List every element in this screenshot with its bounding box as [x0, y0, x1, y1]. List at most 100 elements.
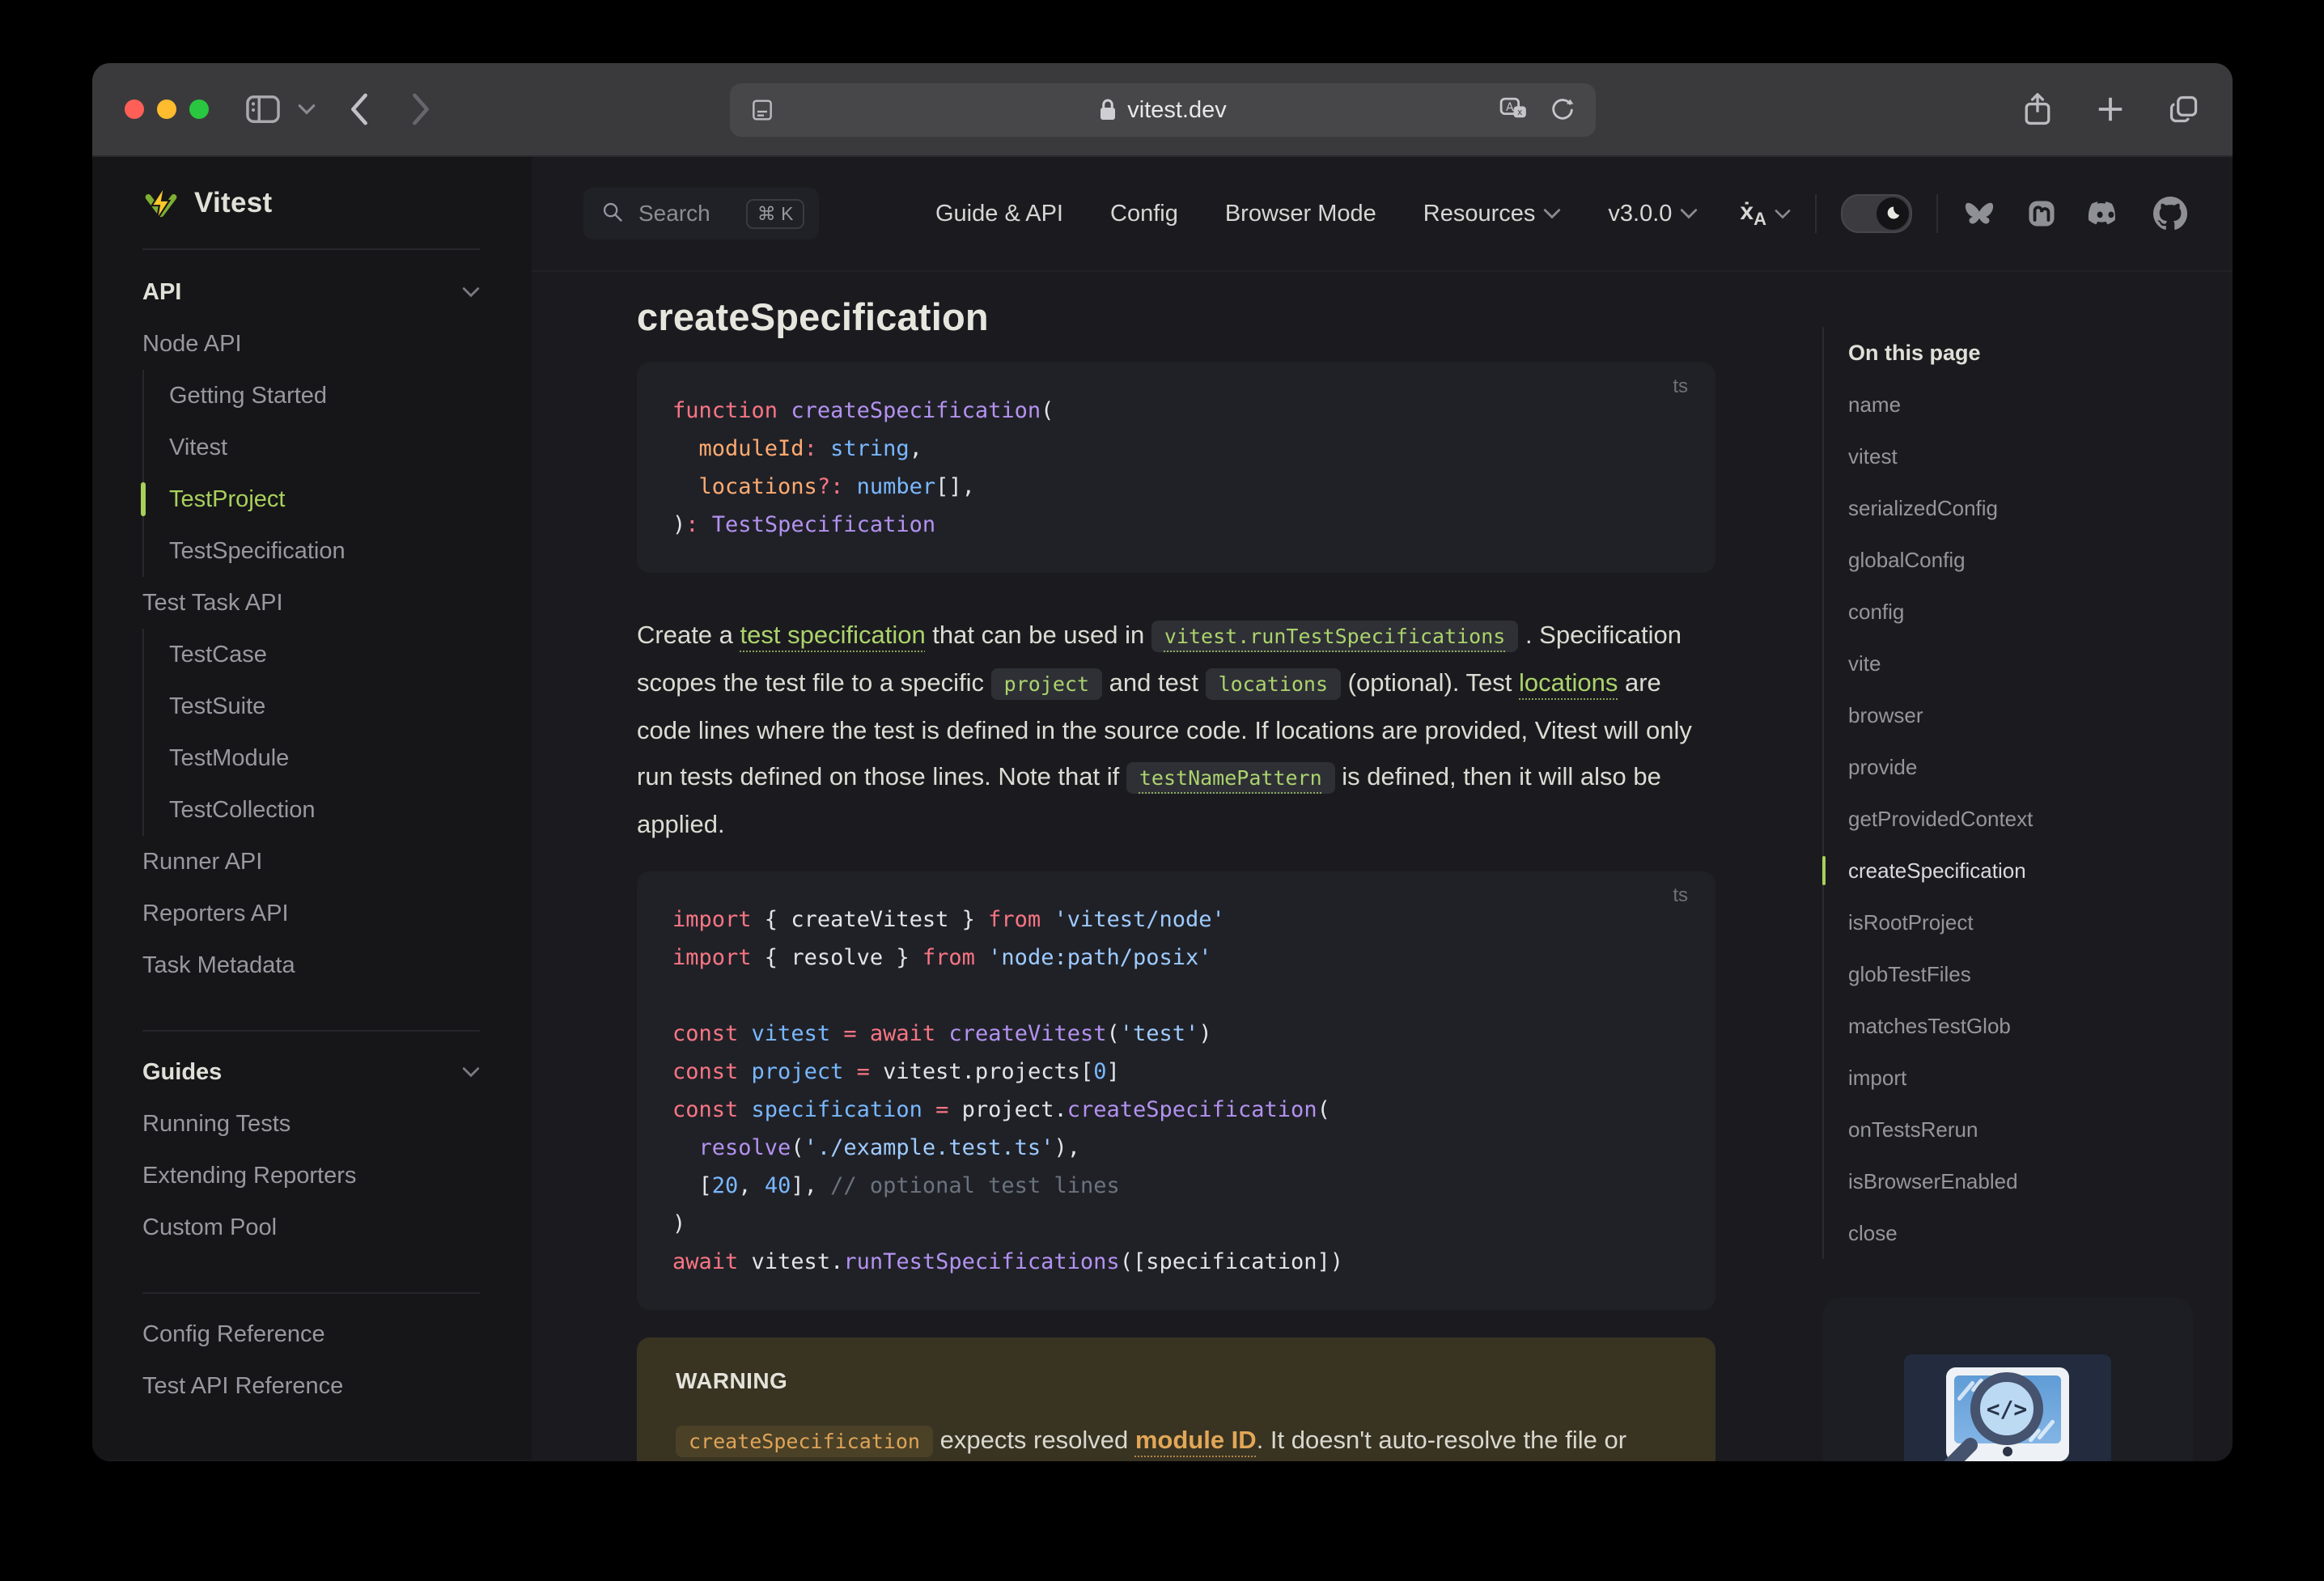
sidebar-item-testcase[interactable]: TestCase — [169, 629, 480, 680]
sidebar-item-running-tests[interactable]: Running Tests — [142, 1098, 480, 1150]
translate-icon[interactable]: Ax — [1499, 96, 1531, 124]
sidebar-item-testsuite[interactable]: TestSuite — [169, 680, 480, 732]
sidebar-item-task-metadata[interactable]: Task Metadata — [142, 939, 480, 991]
nav-item-browser-mode[interactable]: Browser Mode — [1225, 201, 1376, 227]
outline-item-globalconfig[interactable]: globalConfig — [1848, 534, 2233, 586]
chevron-down-icon[interactable] — [298, 104, 316, 115]
social-links — [1962, 197, 2187, 231]
outline-item-isbrowserenabled[interactable]: isBrowserEnabled — [1848, 1155, 2233, 1207]
nav-item-config[interactable]: Config — [1110, 201, 1178, 227]
bluesky-icon[interactable] — [1962, 198, 1996, 229]
sidebar-section-api[interactable]: API — [142, 266, 480, 318]
mastodon-icon[interactable] — [2025, 197, 2058, 230]
chevron-down-icon — [462, 287, 480, 298]
outline-item-ontestsrerun[interactable]: onTestsRerun — [1848, 1104, 2233, 1155]
logo-text: Vitest — [194, 186, 273, 218]
outline-item-name[interactable]: name — [1848, 379, 2233, 430]
sidebar-item-testcollection[interactable]: TestCollection — [169, 784, 480, 836]
search-button[interactable]: Search ⌘ K — [583, 188, 820, 239]
outline-item-matchestestglob[interactable]: matchesTestGlob — [1848, 1000, 2233, 1052]
reload-icon[interactable] — [1549, 96, 1576, 124]
on-this-page: On this page name vitest serializedConfig g… — [1822, 272, 2233, 1461]
sponsor-card[interactable]: </> — [1822, 1298, 2193, 1461]
inline-code-locations: locations — [1205, 668, 1342, 700]
github-icon[interactable] — [2153, 197, 2187, 231]
search-shortcut: ⌘ K — [745, 198, 805, 229]
sidebar-item-test-api-reference[interactable]: Test API Reference — [142, 1360, 480, 1412]
outline-item-provide[interactable]: provide — [1848, 741, 2233, 793]
outline-item-vitest[interactable]: vitest — [1848, 430, 2233, 482]
theme-toggle[interactable] — [1841, 194, 1912, 233]
outline-item-close[interactable]: close — [1848, 1207, 2233, 1259]
outline-items: name vitest serializedConfig globalConfig co… — [1822, 379, 2233, 1259]
sidebar-item-config-reference[interactable]: Config Reference — [142, 1308, 480, 1360]
close-window-button[interactable] — [125, 100, 144, 119]
inline-code-link-testnamepattern[interactable]: testNamePattern — [1126, 762, 1335, 794]
tab-overview-icon[interactable] — [2168, 93, 2200, 125]
browser-window: vitest.dev Ax Vitest API Node API Gettin… — [92, 63, 2233, 1461]
chevron-down-icon — [1544, 209, 1561, 219]
language-menu[interactable]: ẋA — [1740, 198, 1791, 230]
nav-item-resources[interactable]: Resources — [1423, 201, 1562, 227]
warning-title: WARNING — [676, 1368, 788, 1393]
svg-text:A: A — [1506, 101, 1514, 114]
description-paragraph: Create a test specification that can be … — [637, 621, 1692, 838]
new-tab-icon[interactable] — [2095, 94, 2126, 125]
zoom-window-button[interactable] — [189, 100, 209, 119]
sidebar-item-testspecification[interactable]: TestSpecification — [169, 525, 480, 577]
divider — [142, 1292, 480, 1294]
divider — [1815, 194, 1817, 233]
nav-item-guide-api[interactable]: Guide & API — [935, 201, 1063, 227]
nav-item-v3-0-0[interactable]: v3.0.0 — [1608, 201, 1698, 227]
vitest-logo[interactable]: Vitest — [142, 157, 480, 250]
sidebar: Vitest API Node API Getting Started Vitest T… — [92, 157, 532, 1460]
url-bar[interactable]: vitest.dev Ax — [729, 83, 1596, 137]
discord-icon[interactable] — [2087, 198, 2124, 229]
outline-item-import[interactable]: import — [1848, 1052, 2233, 1104]
sidebar-item-vitest[interactable]: Vitest — [169, 422, 480, 473]
outline-item-createspecification[interactable]: createSpecification — [1822, 845, 2233, 896]
sidebar-item-runner-api[interactable]: Runner API — [142, 836, 480, 888]
site-header: Search ⌘ K Guide & API Config Browser Mode… — [532, 157, 2233, 272]
forward-icon[interactable] — [409, 92, 432, 126]
outline-item-browser[interactable]: browser — [1848, 689, 2233, 741]
language-icon: ẋA — [1740, 197, 1766, 229]
sidebar-item-node-api[interactable]: Node API — [142, 318, 480, 370]
top-nav: Guide & API Config Browser Mode Resources v3… — [935, 201, 1698, 227]
outline-item-config[interactable]: config — [1848, 586, 2233, 638]
minimize-window-button[interactable] — [157, 100, 176, 119]
sidebar-toggle-icon[interactable] — [244, 93, 282, 125]
sidebar-item-custom-pool[interactable]: Custom Pool — [142, 1202, 480, 1253]
warning-body: createSpecification expects resolved mod… — [676, 1417, 1677, 1461]
chevron-down-icon — [462, 1067, 480, 1078]
code-block-signature[interactable]: ts function createSpecification( moduleI… — [637, 362, 1715, 573]
code-block-example[interactable]: ts import { createVitest } from 'vitest/… — [637, 871, 1715, 1310]
code-lang-badge: ts — [1673, 375, 1688, 397]
outline-item-globtestfiles[interactable]: globTestFiles — [1848, 948, 2233, 1000]
page-menu-icon[interactable] — [749, 97, 775, 123]
sidebar-item-getting-started[interactable]: Getting Started — [169, 370, 480, 422]
on-this-page-title: On this page — [1848, 340, 1981, 365]
sidebar-section-guides[interactable]: Guides — [142, 1046, 480, 1098]
divider — [1936, 194, 1938, 233]
outline-item-getprovidedcontext[interactable]: getProvidedContext — [1848, 793, 2233, 845]
share-icon[interactable] — [2022, 91, 2053, 127]
link-module-id[interactable]: module ID — [1135, 1426, 1257, 1454]
link-test-specification[interactable]: test specification — [740, 621, 926, 649]
sidebar-item-testproject[interactable]: TestProject — [141, 473, 480, 525]
sidebar-item-reporters-api[interactable]: Reporters API — [142, 888, 480, 939]
outline-item-serializedconfig[interactable]: serializedConfig — [1848, 482, 2233, 534]
outline-item-vite[interactable]: vite — [1848, 638, 2233, 689]
outline-item-isrootproject[interactable]: isRootProject — [1848, 896, 2233, 948]
sidebar-item-extending-reporters[interactable]: Extending Reporters — [142, 1150, 480, 1202]
lock-icon — [1098, 98, 1117, 122]
inline-code-createspecification: createSpecification — [676, 1426, 933, 1457]
sidebar-item-testmodule[interactable]: TestModule — [169, 732, 480, 784]
doc-content: createSpecification ts function createSp… — [532, 272, 1822, 1461]
inline-code-project: project — [990, 668, 1103, 700]
inline-code-link-vitest.runtestspecifications[interactable]: vitest.runTestSpecifications — [1151, 621, 1519, 652]
sidebar-item-test-task-api[interactable]: Test Task API — [142, 577, 480, 629]
browser-chrome: vitest.dev Ax — [92, 63, 2233, 157]
link-locations[interactable]: locations — [1519, 668, 1618, 697]
back-icon[interactable] — [348, 92, 371, 126]
